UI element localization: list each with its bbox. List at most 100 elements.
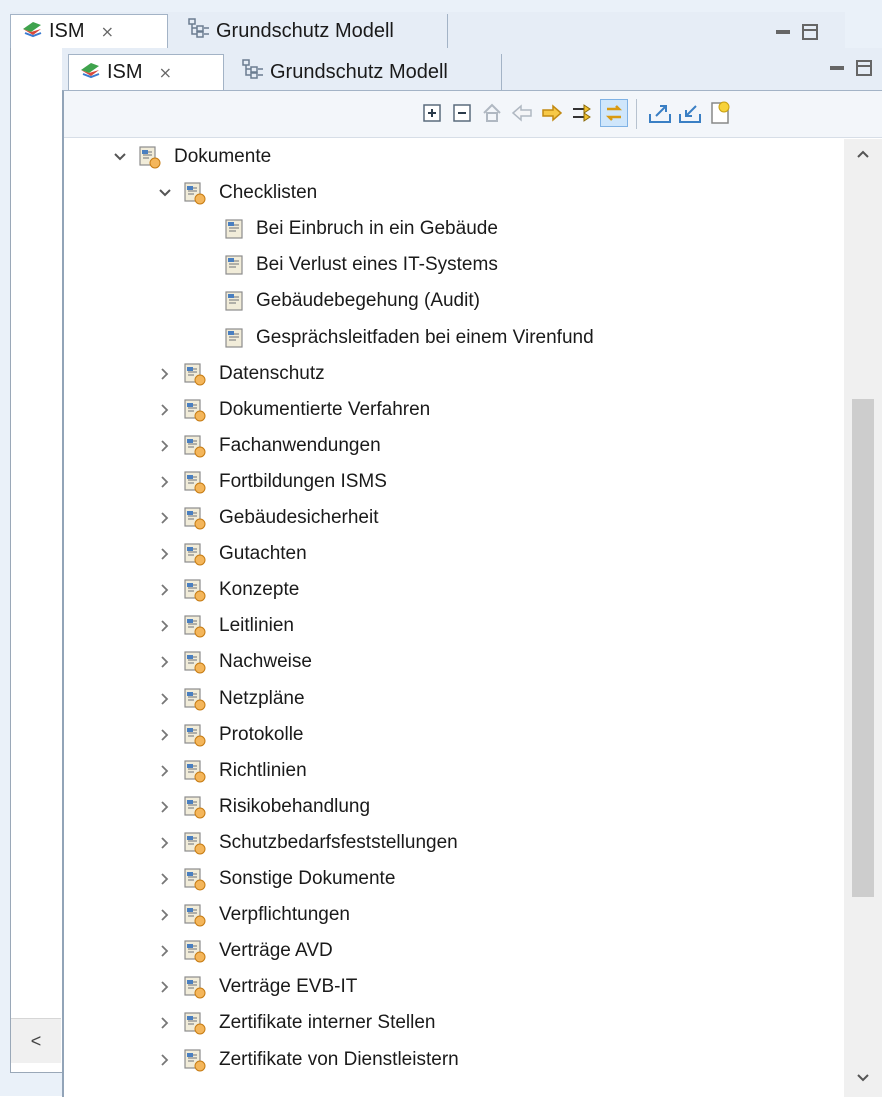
document-icon	[224, 327, 244, 349]
tree-item-label: Netzpläne	[219, 687, 305, 709]
scroll-up-button[interactable]	[844, 139, 882, 169]
grundschutz-model-icon	[188, 18, 210, 44]
chevron-right-icon[interactable]	[157, 1008, 173, 1038]
maximize-icon[interactable]	[802, 24, 818, 40]
tree-item-folder[interactable]: Fachanwendungen	[157, 431, 381, 461]
tree-item-folder[interactable]: Gutachten	[157, 539, 307, 569]
tree-item-label: Fachanwendungen	[219, 434, 381, 456]
chevron-right-icon[interactable]	[157, 611, 173, 641]
maximize-icon[interactable]	[856, 60, 872, 76]
tree-item-label: Risikobehandlung	[219, 795, 371, 817]
front-tab-ism[interactable]: ISM ⨯	[68, 54, 224, 90]
tree-item-label: Zertifikate interner Stellen	[219, 1012, 436, 1034]
tree-item-document[interactable]: Bei Verlust eines IT-Systems	[224, 250, 498, 280]
tree-item-folder[interactable]: Nachweise	[157, 647, 312, 677]
tree-item-folder[interactable]: Konzepte	[157, 575, 299, 605]
forward-arrow-icon[interactable]	[540, 101, 564, 125]
scrollbar-thumb[interactable]	[852, 399, 874, 897]
tree-item-folder[interactable]: Verträge EVB-IT	[157, 972, 357, 1002]
expand-all-icon[interactable]	[420, 101, 444, 125]
chevron-right-icon[interactable]	[157, 900, 173, 930]
import-icon[interactable]	[678, 101, 702, 125]
document-folder-icon	[183, 1011, 207, 1035]
tree-item-document[interactable]: Gebäudebegehung (Audit)	[224, 286, 480, 316]
chevron-right-icon[interactable]	[157, 756, 173, 786]
back-arrow-icon[interactable]	[510, 101, 534, 125]
document-folder-icon	[183, 362, 207, 386]
tree-item-folder[interactable]: Checklisten	[157, 178, 317, 208]
tree-item-folder[interactable]: Datenschutz	[157, 359, 325, 389]
tree-item-document[interactable]: Bei Einbruch in ein Gebäude	[224, 214, 498, 244]
link-with-editor-icon[interactable]	[600, 99, 628, 127]
scroll-left-button[interactable]: <	[11, 1018, 61, 1063]
grundschutz-model-icon	[242, 59, 264, 85]
tree-item-document[interactable]: Gesprächsleitfaden bei einem Virenfund	[224, 323, 594, 353]
tree-item-folder[interactable]: Zertifikate von Dienstleistern	[157, 1045, 459, 1075]
document-folder-icon	[183, 831, 207, 855]
front-tab-grundschutz-label: Grundschutz Modell	[270, 60, 448, 83]
chevron-right-icon[interactable]	[157, 864, 173, 894]
link-filter-icon[interactable]	[570, 101, 594, 125]
chevron-right-icon[interactable]	[157, 467, 173, 497]
tree-item-folder[interactable]: Schutzbedarfsfeststellungen	[157, 828, 458, 858]
tree-item-folder[interactable]: Netzpläne	[157, 684, 305, 714]
document-folder-icon	[183, 434, 207, 458]
document-folder-icon	[183, 723, 207, 747]
vertical-scrollbar[interactable]	[844, 139, 882, 1097]
document-icon	[224, 254, 244, 276]
chevron-right-icon[interactable]	[157, 828, 173, 858]
tree-item-folder[interactable]: Risikobehandlung	[157, 792, 370, 822]
chevron-down-icon[interactable]	[157, 178, 173, 208]
export-icon[interactable]	[648, 101, 672, 125]
document-folder-icon	[183, 470, 207, 494]
chevron-right-icon[interactable]	[157, 647, 173, 677]
chevron-right-icon[interactable]	[157, 539, 173, 569]
back-tab-ism[interactable]: ISM ⨯	[10, 14, 168, 48]
tree-item-folder[interactable]: Sonstige Dokumente	[157, 864, 395, 894]
tree-item-folder[interactable]: Gebäudesicherheit	[157, 503, 379, 533]
front-tab-grundschutz[interactable]: Grundschutz Modell	[232, 54, 502, 90]
front-view: ISM ⨯ Grundschutz Modell Dokumente Check…	[62, 48, 882, 1097]
collapse-all-icon[interactable]	[450, 101, 474, 125]
chevron-right-icon[interactable]	[157, 575, 173, 605]
tree-item-label: Gutachten	[219, 543, 307, 565]
chevron-right-icon[interactable]	[157, 720, 173, 750]
close-icon[interactable]: ⨯	[159, 63, 172, 83]
tree-item-folder[interactable]: Verpflichtungen	[157, 900, 350, 930]
close-icon[interactable]: ⨯	[101, 22, 114, 42]
minimize-icon[interactable]	[830, 66, 844, 70]
new-note-icon[interactable]	[708, 101, 732, 125]
chevron-right-icon[interactable]	[157, 684, 173, 714]
chevron-right-icon[interactable]	[157, 936, 173, 966]
tree-item-folder[interactable]: Zertifikate interner Stellen	[157, 1008, 436, 1038]
chevron-right-icon[interactable]	[157, 972, 173, 1002]
tree-item-label: Schutzbedarfsfeststellungen	[219, 831, 458, 853]
document-folder-icon	[183, 939, 207, 963]
tree-item-folder[interactable]: Dokumentierte Verfahren	[157, 395, 430, 425]
chevron-right-icon[interactable]	[157, 1045, 173, 1075]
tree-item-label: Gebäudebegehung (Audit)	[256, 290, 480, 312]
document-tree[interactable]: Dokumente Checklisten Bei Einbruch in ein …	[64, 139, 844, 1097]
back-tab-grundschutz-label: Grundschutz Modell	[216, 19, 394, 42]
tree-item-folder[interactable]: Verträge AVD	[157, 936, 333, 966]
chevron-down-icon[interactable]	[112, 142, 128, 172]
chevron-right-icon[interactable]	[157, 431, 173, 461]
tree-item-folder[interactable]: Leitlinien	[157, 611, 294, 641]
chevron-right-icon[interactable]	[157, 395, 173, 425]
document-folder-icon	[183, 578, 207, 602]
document-folder-icon	[183, 759, 207, 783]
chevron-right-icon[interactable]	[157, 359, 173, 389]
tree-item-folder[interactable]: Richtlinien	[157, 756, 307, 786]
document-folder-icon	[183, 687, 207, 711]
tree-item-label: Verträge AVD	[219, 940, 333, 962]
minimize-icon[interactable]	[776, 30, 790, 34]
chevron-right-icon[interactable]	[157, 792, 173, 822]
back-tab-grundschutz[interactable]: Grundschutz Modell	[178, 14, 448, 48]
document-folder-icon	[183, 650, 207, 674]
chevron-right-icon[interactable]	[157, 503, 173, 533]
tree-item-folder[interactable]: Dokumente	[112, 142, 271, 172]
tree-item-folder[interactable]: Fortbildungen ISMS	[157, 467, 387, 497]
scroll-down-button[interactable]	[844, 1063, 882, 1093]
home-icon[interactable]	[480, 101, 504, 125]
tree-item-folder[interactable]: Protokolle	[157, 720, 304, 750]
